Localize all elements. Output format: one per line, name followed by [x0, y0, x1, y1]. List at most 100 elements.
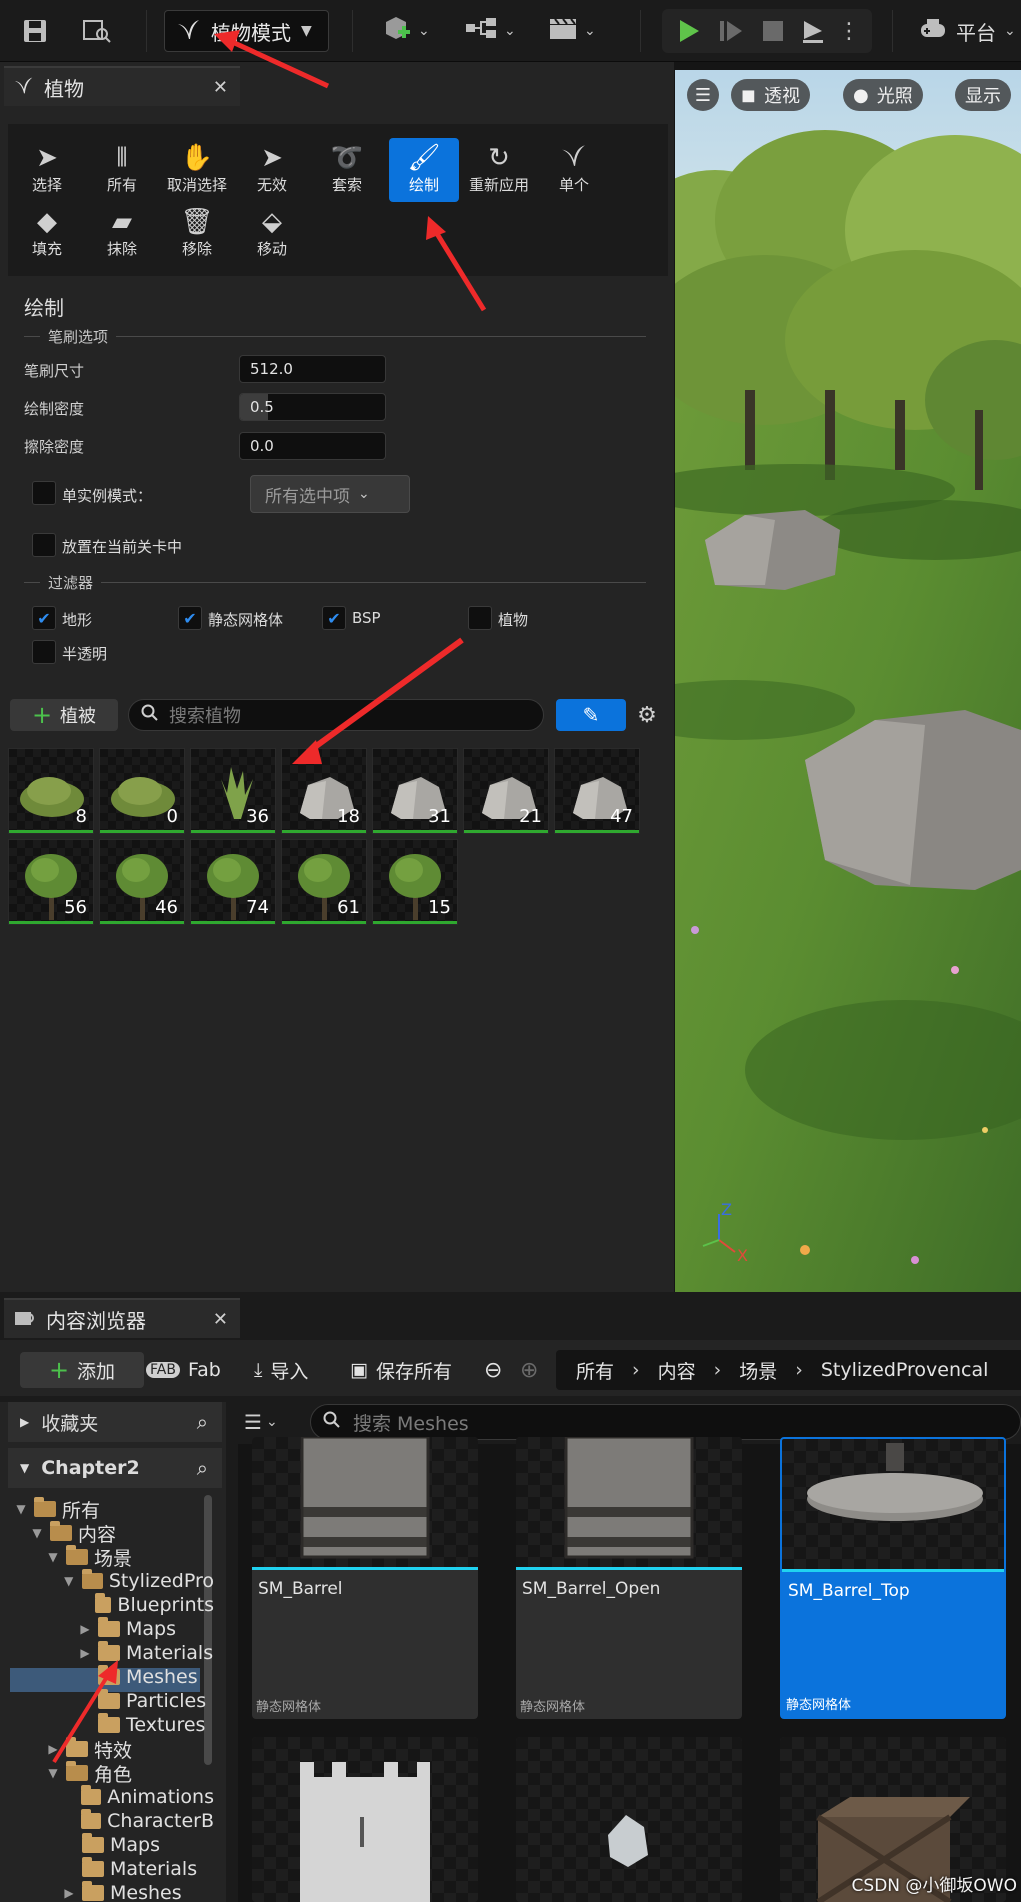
foliage-rock-thumbnail[interactable]: 18	[281, 748, 367, 834]
more-options-icon[interactable]: ⋮	[834, 17, 864, 45]
close-icon[interactable]: ✕	[213, 1309, 228, 1330]
tool-invalid[interactable]: ➤ 无效	[237, 138, 307, 202]
lighting-button[interactable]: ● 光照	[843, 79, 923, 111]
level-viewport[interactable]: ☰ ◼ 透视 ● 光照 显示 Z X	[675, 70, 1021, 1292]
foliage-rock-thumbnail[interactable]: 21	[463, 748, 549, 834]
filter-static-mesh-checkbox[interactable]: ✔	[178, 606, 202, 630]
tool-select-all[interactable]: ⫴ 所有	[87, 138, 157, 202]
save-all-button[interactable]: ▣ 保存所有	[350, 1352, 452, 1388]
blueprint-dropdown[interactable]: ⌄	[464, 12, 516, 50]
search-icon[interactable]: ⌕	[197, 1456, 208, 1480]
tool-select[interactable]: ➤ 选择	[12, 138, 82, 202]
tab-content-browser[interactable]: 内容浏览器 ✕	[4, 1298, 240, 1338]
close-icon[interactable]: ✕	[213, 77, 228, 98]
filter-landscape-checkbox[interactable]: ✔	[32, 606, 56, 630]
foliage-tree-thumbnail[interactable]: 46	[99, 839, 185, 925]
tool-lasso[interactable]: ➰ 套索	[312, 138, 382, 202]
favorites-header[interactable]: ▶ 收藏夹 ⌕	[8, 1402, 222, 1442]
forward-arrow-icon[interactable]: ⊕	[520, 1352, 538, 1388]
chevron-down-icon[interactable]: ▼	[46, 1550, 60, 1564]
tool-reapply[interactable]: ↻ 重新应用	[464, 138, 534, 202]
foliage-tree-thumbnail[interactable]: 61	[281, 839, 367, 925]
tree-item[interactable]: ▶ Materials	[78, 1641, 213, 1665]
asset-card[interactable]: SM_Barrel_Open 静态网格体	[516, 1437, 742, 1719]
foliage-bush-thumbnail[interactable]: 8	[8, 748, 94, 834]
tool-remove[interactable]: 🗑 移除	[162, 202, 232, 266]
save-icon[interactable]	[18, 14, 52, 48]
stop-icon[interactable]	[758, 17, 788, 45]
mode-selector-button[interactable]: 植物模式 ▼	[164, 10, 329, 52]
foliage-tree-thumbnail[interactable]: 15	[372, 839, 458, 925]
back-arrow-icon[interactable]: ⊖	[484, 1352, 502, 1388]
place-in-level-checkbox[interactable]	[32, 533, 56, 557]
foliage-tree-thumbnail[interactable]: 56	[8, 839, 94, 925]
filter-bsp-checkbox[interactable]: ✔	[322, 606, 346, 630]
tool-deselect[interactable]: ✋ 取消选择	[162, 138, 232, 202]
tree-item[interactable]: ▼ 所有	[14, 1497, 100, 1521]
tool-fill[interactable]: ◆ 填充	[12, 202, 82, 266]
tree-item[interactable]: Meshes	[78, 1665, 198, 1689]
asset-card[interactable]: SM_Barrel 静态网格体	[252, 1437, 478, 1719]
cinematics-dropdown[interactable]: ⌄	[548, 12, 596, 50]
import-button[interactable]: ⤓ 导入	[254, 1352, 308, 1388]
chevron-right-icon[interactable]: ▶	[62, 1886, 76, 1900]
tree-item[interactable]: Blueprints	[78, 1593, 214, 1617]
single-instance-checkbox[interactable]	[32, 481, 56, 505]
chevron-right-icon[interactable]: ▶	[46, 1742, 60, 1756]
fab-button[interactable]: FAB Fab	[146, 1352, 221, 1388]
tree-item[interactable]: ▼ 内容	[30, 1521, 116, 1545]
perspective-button[interactable]: ◼ 透视	[731, 79, 810, 111]
chevron-down-icon[interactable]: ▼	[62, 1574, 76, 1588]
add-button[interactable]: + 添加	[20, 1352, 144, 1388]
breadcrumb-item[interactable]: 内容	[658, 1357, 696, 1384]
tree-item[interactable]: ▼ StylizedPro	[62, 1569, 214, 1593]
tree-item[interactable]: CharacterB	[62, 1809, 214, 1833]
add-foliage-button[interactable]: + 植被	[10, 699, 118, 731]
search-icon[interactable]: ⌕	[197, 1410, 208, 1434]
chevron-down-icon[interactable]: ▼	[14, 1502, 28, 1516]
chevron-right-icon[interactable]: ›	[632, 1359, 640, 1381]
foliage-search-input[interactable]: 搜索植物	[128, 699, 544, 731]
tree-item[interactable]: ▼ 角色	[46, 1761, 132, 1785]
foliage-rock-thumbnail[interactable]: 31	[372, 748, 458, 834]
browse-icon[interactable]	[80, 14, 114, 48]
chevron-right-icon[interactable]: ▶	[78, 1646, 92, 1660]
single-instance-select[interactable]: 所有选中项 ⌄	[250, 475, 410, 513]
tool-single[interactable]: 单个	[539, 138, 609, 202]
play-icon[interactable]	[674, 17, 704, 45]
filter-dropdown[interactable]: ☰ ⌄	[244, 1406, 278, 1438]
filter-foliage-checkbox[interactable]	[468, 606, 492, 630]
settings-gear-icon[interactable]: ⚙	[632, 699, 662, 731]
chevron-down-icon[interactable]: ▼	[46, 1766, 60, 1780]
tab-foliage[interactable]: 植物 ✕	[4, 66, 240, 106]
tree-item[interactable]: Textures	[78, 1713, 205, 1737]
breadcrumb-item[interactable]: StylizedProvencal	[821, 1359, 989, 1381]
chevron-down-icon[interactable]: ▼	[30, 1526, 44, 1540]
chevron-right-icon[interactable]: ›	[714, 1359, 722, 1381]
tool-paint[interactable]: 🖌 绘制	[389, 138, 459, 202]
step-forward-icon[interactable]	[716, 17, 746, 45]
show-button[interactable]: 显示	[955, 79, 1011, 111]
breadcrumb-item[interactable]: 场景	[739, 1357, 777, 1384]
add-actor-dropdown[interactable]: ⌄	[382, 12, 430, 50]
tree-item[interactable]: Animations	[62, 1785, 214, 1809]
eject-icon[interactable]	[798, 17, 828, 45]
foliage-bush-thumbnail[interactable]: 0	[99, 748, 185, 834]
platform-dropdown[interactable]: 平台 ⌄	[918, 12, 1016, 50]
foliage-shrub-thumbnail[interactable]: 36	[190, 748, 276, 834]
project-header[interactable]: ▼ Chapter2 ⌕	[8, 1448, 222, 1488]
tree-item[interactable]: ▶ Maps	[78, 1617, 176, 1641]
tree-item[interactable]: Materials	[62, 1857, 197, 1881]
asset-search-input[interactable]: 搜索 Meshes	[310, 1404, 1021, 1440]
filter-translucent-checkbox[interactable]	[32, 640, 56, 664]
foliage-tree-thumbnail[interactable]: 74	[190, 839, 276, 925]
asset-card-tower[interactable]	[252, 1737, 478, 1902]
asset-card-particle[interactable]	[516, 1737, 742, 1902]
viewport-menu-icon[interactable]: ☰	[687, 79, 719, 111]
breadcrumb-item[interactable]: 所有	[576, 1357, 614, 1384]
tree-item[interactable]: Particles	[78, 1689, 206, 1713]
tree-item[interactable]: ▶ 特效	[46, 1737, 132, 1761]
tree-item[interactable]: ▼ 场景	[46, 1545, 132, 1569]
chevron-right-icon[interactable]: ▶	[78, 1622, 92, 1636]
paint-density-field[interactable]: 0.5	[239, 393, 386, 421]
